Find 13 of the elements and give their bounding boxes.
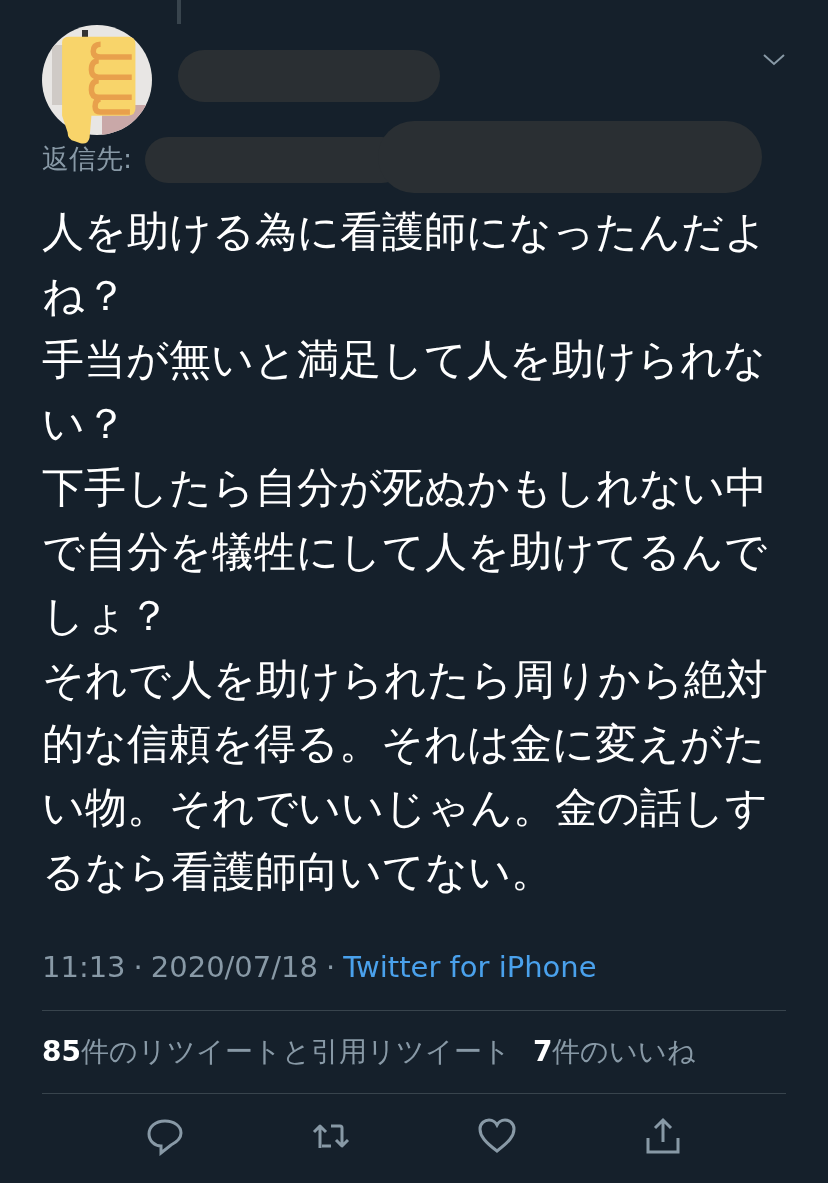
- separator-dot: ·: [133, 950, 143, 984]
- reply-to-label: 返信先:: [42, 142, 133, 176]
- tweet-text: 人を助ける為に看護師になったんだよね？: [42, 206, 768, 322]
- tweet-text: 下手したら自分が死ぬかもしれない中で自分を犠牲にして人を助けてるんでしょ？: [42, 462, 768, 642]
- tweet-text: それで人を助けられたら周りから絶対的な信頼を得る。それは金に変えがたい物。それでいいじゃん。金の話しするなら看護師向いてない。: [42, 654, 769, 898]
- source-link[interactable]: Twitter for iPhone: [343, 950, 597, 984]
- separator-dot: ·: [325, 950, 336, 984]
- tweet-date: 2020/07/18: [150, 950, 318, 984]
- tweet-text: 手当が無いと満足して人を助けられない？: [42, 334, 767, 450]
- chevron-down-icon[interactable]: [762, 53, 786, 67]
- stat-link[interactable]: 85件のリツイートと引用リツイート: [42, 1033, 511, 1071]
- stat-link[interactable]: 7件のいいね: [532, 1033, 697, 1071]
- tweet-time: 11:13: [42, 950, 126, 984]
